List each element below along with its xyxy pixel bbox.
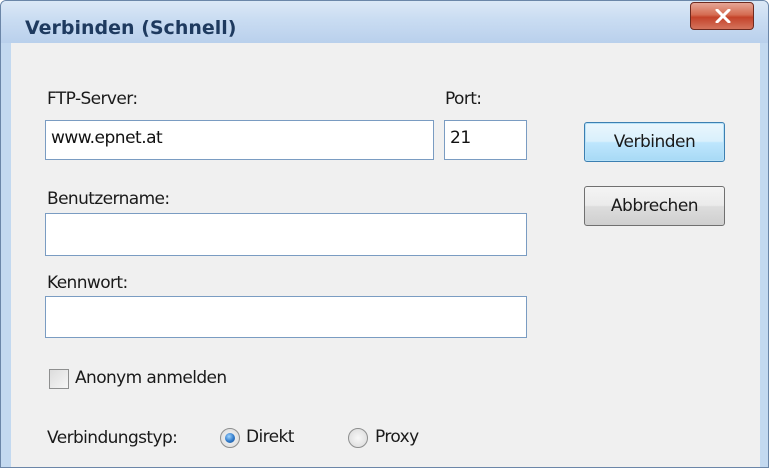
ftp-server-label: FTP-Server:	[47, 89, 138, 109]
password-label: Kennwort:	[47, 273, 128, 293]
close-icon	[715, 9, 731, 23]
connect-button[interactable]: Verbinden	[584, 122, 725, 162]
cancel-button[interactable]: Abbrechen	[584, 186, 725, 226]
dialog-body: FTP-Server: www.epnet.at Port: 21 Benutz…	[11, 43, 760, 467]
username-input[interactable]	[45, 213, 527, 256]
proxy-radio[interactable]	[348, 428, 368, 448]
port-label: Port:	[445, 89, 482, 109]
ftp-server-input[interactable]: www.epnet.at	[45, 120, 434, 160]
password-input[interactable]	[45, 296, 527, 338]
close-button[interactable]	[690, 2, 754, 30]
connection-type-label: Verbindungstyp:	[47, 428, 178, 448]
anonymous-checkbox[interactable]	[49, 369, 69, 389]
direct-radio[interactable]	[220, 428, 240, 448]
quick-connect-dialog: Verbinden (Schnell) FTP-Server: www.epne…	[0, 0, 769, 468]
direct-option-label[interactable]: Direkt	[246, 427, 294, 447]
direct-radio-selected-dot	[225, 433, 235, 443]
proxy-option-label[interactable]: Proxy	[375, 427, 419, 447]
dialog-title: Verbinden (Schnell)	[25, 17, 237, 39]
username-label: Benutzername:	[47, 189, 170, 209]
anonymous-login-label[interactable]: Anonym anmelden	[75, 368, 227, 388]
title-bar[interactable]: Verbinden (Schnell)	[1, 1, 768, 43]
port-input[interactable]: 21	[444, 120, 527, 160]
